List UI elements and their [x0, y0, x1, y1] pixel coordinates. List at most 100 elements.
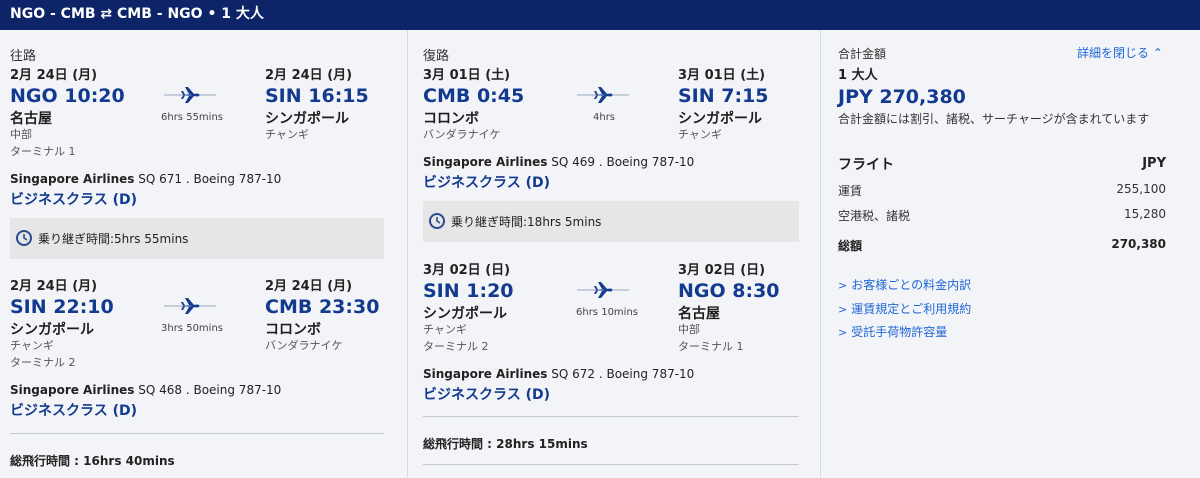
departure-time: SIN 1:20: [423, 280, 514, 302]
arrival-airport: チャンギ: [265, 128, 309, 141]
flight-info: Singapore Airlines SQ 468 . Boeing 787-1…: [10, 383, 281, 397]
airline-name: Singapore Airlines: [423, 367, 548, 381]
arrival-airport: チャンギ: [678, 128, 722, 141]
tax-value: 15,280: [1124, 207, 1166, 221]
flight-info: Singapore Airlines SQ 671 . Boeing 787-1…: [10, 172, 281, 186]
departure-time: NGO 10:20: [10, 85, 125, 107]
airplane-icon: [577, 87, 629, 103]
close-details-button[interactable]: 詳細を閉じる ⌃: [1077, 44, 1163, 61]
airplane-icon: [577, 282, 629, 298]
divider: [423, 464, 799, 465]
link-baggage-allowance[interactable]: > 受託手荷物許容量: [838, 323, 947, 340]
chevron-right-icon: >: [838, 326, 848, 339]
chevron-up-icon: ⌃: [1152, 46, 1163, 60]
layover-box: 乗り継ぎ時間:5hrs 55mins: [10, 218, 384, 259]
flight-duration: 6hrs 55mins: [161, 112, 223, 123]
departure-city: コロンボ: [423, 111, 479, 127]
cabin-class: ビジネスクラス (D): [423, 175, 551, 191]
section-label-outbound: 往路: [10, 49, 37, 64]
chevron-right-icon: >: [838, 303, 848, 316]
departure-airport: チャンギ: [423, 323, 467, 336]
departure-airport: 中部: [10, 128, 32, 141]
flight-number: SQ 671 . Boeing 787-10: [134, 172, 282, 186]
arrival-date: 3月 02日 (日): [678, 263, 766, 278]
departure-city: シンガポール: [10, 322, 94, 338]
link-label: 運賃規定とご利用規約: [851, 302, 972, 316]
flight-header: フライト: [838, 157, 894, 173]
route-header: NGO - CMB ⇄ CMB - NGO • 1 大人: [0, 0, 1200, 30]
departure-city: 名古屋: [10, 111, 52, 127]
total-price: JPY 270,380: [838, 86, 966, 108]
arrival-city: コロンボ: [265, 322, 321, 338]
arrival-date: 2月 24日 (月): [265, 68, 353, 83]
departure-airport: チャンギ: [10, 339, 54, 352]
cabin-class: ビジネスクラス (D): [10, 192, 138, 208]
departure-date: 3月 01日 (土): [423, 68, 511, 83]
price-summary: 合計金額 詳細を閉じる ⌃ 1 大人 JPY 270,380 合計金額には割引、…: [820, 30, 1200, 478]
departure-terminal: ターミナル 2: [423, 340, 489, 353]
arrival-city: シンガポール: [678, 111, 762, 127]
section-label-return: 復路: [423, 49, 450, 64]
arrival-city: シンガポール: [265, 111, 349, 127]
arrival-airport: バンダラナイケ: [265, 339, 343, 352]
flight-duration: 3hrs 50mins: [161, 323, 223, 334]
layover-time: 乗り継ぎ時間:5hrs 55mins: [38, 232, 189, 246]
flight-info: Singapore Airlines SQ 672 . Boeing 787-1…: [423, 367, 694, 381]
tax-label: 空港税、諸税: [838, 209, 911, 223]
cabin-class: ビジネスクラス (D): [423, 387, 551, 403]
departure-time: SIN 22:10: [10, 296, 114, 318]
currency-label: JPY: [1142, 156, 1166, 171]
airline-name: Singapore Airlines: [10, 172, 135, 186]
total-flight-time: 総飛行時間 : 16hrs 40mins: [10, 454, 175, 468]
clock-icon: [16, 230, 32, 246]
departure-date: 2月 24日 (月): [10, 68, 98, 83]
return-column: 復路 3月 01日 (土) 3月 01日 (土) CMB 0:45 SIN 7:…: [407, 30, 807, 478]
arrival-time: NGO 8:30: [678, 280, 780, 302]
airplane-icon: [164, 298, 216, 314]
price-note: 合計金額には割引、諸税、サーチャージが含まれています: [838, 112, 1150, 126]
airline-name: Singapore Airlines: [10, 383, 135, 397]
departure-terminal: ターミナル 1: [10, 145, 76, 158]
arrival-time: SIN 16:15: [265, 85, 369, 107]
link-label: 受託手荷物許容量: [851, 325, 948, 339]
flight-info: Singapore Airlines SQ 469 . Boeing 787-1…: [423, 155, 694, 169]
airline-name: Singapore Airlines: [423, 155, 548, 169]
arrival-date: 3月 01日 (土): [678, 68, 766, 83]
passenger-count: 1 大人: [838, 68, 878, 83]
departure-date: 3月 02日 (日): [423, 263, 511, 278]
fare-value: 255,100: [1116, 182, 1166, 196]
arrival-time: CMB 23:30: [265, 296, 380, 318]
arrival-airport: 中部: [678, 323, 700, 336]
fare-label: 運賃: [838, 184, 863, 198]
flight-number: SQ 469 . Boeing 787-10: [547, 155, 695, 169]
outbound-column: 往路 2月 24日 (月) 2月 24日 (月) NGO 10:20 SIN 1…: [0, 30, 397, 478]
close-details-label: 詳細を閉じる: [1077, 46, 1150, 60]
flight-number: SQ 468 . Boeing 787-10: [134, 383, 282, 397]
layover-time: 乗り継ぎ時間:18hrs 5mins: [451, 215, 602, 229]
link-fare-breakdown[interactable]: > お客様ごとの料金内訳: [838, 276, 971, 293]
chevron-right-icon: >: [838, 279, 848, 292]
airplane-icon: [164, 87, 216, 103]
arrival-city: 名古屋: [678, 306, 720, 322]
total-flight-time: 総飛行時間 : 28hrs 15mins: [423, 437, 588, 451]
flight-duration: 4hrs: [593, 112, 616, 123]
grand-total-label: 総額: [838, 239, 863, 253]
clock-icon: [429, 213, 445, 229]
arrival-date: 2月 24日 (月): [265, 279, 353, 294]
departure-time: CMB 0:45: [423, 85, 525, 107]
divider: [10, 433, 384, 434]
flight-duration: 6hrs 10mins: [576, 307, 638, 318]
grand-total-value: 270,380: [1111, 237, 1166, 251]
departure-city: シンガポール: [423, 306, 507, 322]
summary-label: 合計金額: [838, 47, 887, 61]
departure-date: 2月 24日 (月): [10, 279, 98, 294]
divider: [423, 416, 799, 417]
link-fare-rules[interactable]: > 運賃規定とご利用規約: [838, 300, 971, 317]
cabin-class: ビジネスクラス (D): [10, 403, 138, 419]
arrival-terminal: ターミナル 1: [678, 340, 744, 353]
departure-terminal: ターミナル 2: [10, 356, 76, 369]
link-label: お客様ごとの料金内訳: [851, 278, 972, 292]
flight-number: SQ 672 . Boeing 787-10: [547, 367, 695, 381]
arrival-time: SIN 7:15: [678, 85, 769, 107]
layover-box: 乗り継ぎ時間:18hrs 5mins: [423, 201, 799, 242]
